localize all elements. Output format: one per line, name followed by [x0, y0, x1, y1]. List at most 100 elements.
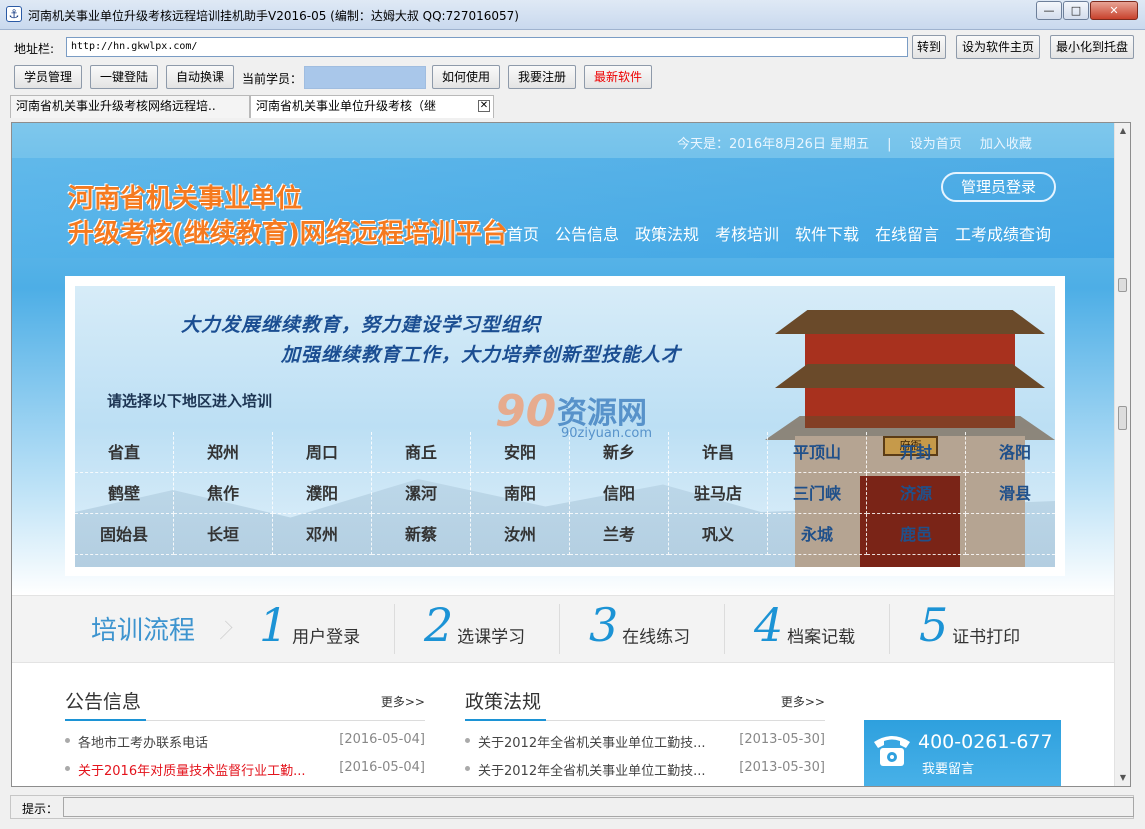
item-title[interactable]: 关于2012年全省机关事业单位工勤技...	[478, 732, 705, 751]
region-link[interactable]: 漯河	[372, 473, 471, 514]
divider	[394, 604, 395, 654]
region-link[interactable]: 商丘	[372, 432, 471, 473]
region-link[interactable]: 新蔡	[372, 514, 471, 555]
region-link[interactable]: 滑县	[966, 473, 1055, 514]
region-link[interactable]: 焦作	[174, 473, 273, 514]
maximize-button[interactable]: □	[1063, 1, 1089, 20]
region-link[interactable]: 省直	[75, 432, 174, 473]
region-link[interactable]: 南阳	[471, 473, 570, 514]
region-link[interactable]: 鹤壁	[75, 473, 174, 514]
region-link[interactable]: 平顶山	[768, 432, 867, 473]
one-click-login-button[interactable]: 一键登陆	[90, 65, 158, 89]
item-date: [2016-05-04]	[339, 732, 425, 747]
region-link[interactable]: 固始县	[75, 514, 174, 555]
latest-software-button[interactable]: 最新软件	[584, 65, 652, 89]
close-tab-icon[interactable]: ✕	[478, 100, 490, 112]
region-link[interactable]: 汝州	[471, 514, 570, 555]
region-link[interactable]: 郑州	[174, 432, 273, 473]
tab-2[interactable]: 河南省机关事业单位升级考核（继 ✕	[250, 95, 494, 118]
nav-home[interactable]: 首页	[507, 221, 539, 245]
item-title[interactable]: 关于2016年对质量技术监督行业工勤...	[78, 760, 305, 779]
step-label: 在线练习	[622, 627, 691, 648]
minimize-button[interactable]: —	[1036, 1, 1062, 20]
nav-score-query[interactable]: 工考成绩查询	[955, 221, 1051, 245]
current-student-label: 当前学员：	[242, 72, 303, 86]
region-link[interactable]: 兰考	[570, 514, 669, 555]
current-student-field[interactable]	[304, 66, 426, 89]
phone-icon	[874, 736, 910, 766]
step-number: 5	[919, 598, 949, 652]
region-link[interactable]: 周口	[273, 432, 372, 473]
region-link[interactable]: 新乡	[570, 432, 669, 473]
region-link[interactable]: 安阳	[471, 432, 570, 473]
scroll-up-icon[interactable]: ▲	[1115, 123, 1130, 139]
address-label: 地址栏:	[14, 42, 55, 56]
list-item[interactable]: 各地市工考办联系电话 [2016-05-04]	[65, 731, 425, 751]
set-home-button[interactable]: 设为软件主页	[956, 35, 1040, 59]
region-link[interactable]: 邓州	[273, 514, 372, 555]
bullet-icon	[65, 738, 70, 743]
choose-region-label: 请选择以下地区进入培训	[107, 392, 273, 410]
minimize-to-tray-button[interactable]: 最小化到托盘	[1050, 35, 1134, 59]
status-field	[63, 797, 1134, 817]
nav-announcements[interactable]: 公告信息	[555, 221, 619, 245]
more-link[interactable]: 更多>>	[381, 693, 425, 710]
tab-1[interactable]: 河南省机关事业升级考核网络远程培..	[10, 95, 250, 118]
region-link[interactable]: 开封	[867, 432, 966, 473]
hotline-banner[interactable]: 400-0261-677 我要留言	[864, 720, 1061, 786]
chevron-right-icon	[213, 620, 233, 640]
nav-training[interactable]: 考核培训	[715, 221, 779, 245]
nav-policies[interactable]: 政策法规	[635, 221, 699, 245]
item-title[interactable]: 关于2012年全省机关事业单位工勤技...	[478, 760, 705, 779]
list-item[interactable]: 关于2012年全省机关事业单位工勤技... [2013-05-30]	[465, 759, 825, 779]
region-link[interactable]: 驻马店	[669, 473, 768, 514]
policies-panel: 政策法规 更多>> 关于2012年全省机关事业单位工勤技... [2013-05…	[465, 685, 825, 779]
add-favorite-link[interactable]: 加入收藏	[980, 137, 1032, 152]
register-button[interactable]: 我要注册	[508, 65, 576, 89]
title-underline	[465, 719, 546, 721]
region-link[interactable]: 濮阳	[273, 473, 372, 514]
list-item[interactable]: 关于2012年全省机关事业单位工勤技... [2013-05-30]	[465, 731, 825, 751]
scroll-down-icon[interactable]: ▼	[1115, 770, 1130, 786]
how-to-use-button[interactable]: 如何使用	[432, 65, 500, 89]
nav-messages[interactable]: 在线留言	[875, 221, 939, 245]
region-link[interactable]: 济源	[867, 473, 966, 514]
address-input[interactable]: http://hn.gkwlpx.com/	[66, 37, 908, 57]
web-page: 今天是：2016年8月26日 星期五 | 设为首页 加入收藏 河南省机关事业单位…	[12, 123, 1114, 786]
temple-roof-mid	[775, 364, 1045, 388]
vertical-scrollbar[interactable]: ▲ ▼	[1114, 123, 1130, 786]
item-date: [2016-05-04]	[339, 760, 425, 775]
region-link[interactable]: 永城	[768, 514, 867, 555]
bullet-icon	[465, 766, 470, 771]
anchor-icon: ⚓	[6, 6, 22, 22]
slogan-2: 加强继续教育工作，大力培养创新型技能人才	[281, 344, 682, 366]
training-process: 培训流程 1 用户登录 2 选课学习 3 在线练习 4 档案记载 5 证书打印	[12, 595, 1114, 663]
browser-viewport: 今天是：2016年8月26日 星期五 | 设为首页 加入收藏 河南省机关事业单位…	[11, 122, 1131, 787]
auto-switch-course-button[interactable]: 自动换课	[166, 65, 234, 89]
region-link[interactable]: 长垣	[174, 514, 273, 555]
student-management-button[interactable]: 学员管理	[14, 65, 82, 89]
region-link[interactable]: 鹿邑	[867, 514, 966, 555]
panel-header: 政策法规 更多>>	[465, 685, 825, 721]
list-item[interactable]: 关于2016年对质量技术监督行业工勤... [2016-05-04]	[65, 759, 425, 779]
divider	[724, 604, 725, 654]
process-step-3: 3 在线练习	[589, 598, 690, 652]
close-button[interactable]: ✕	[1090, 1, 1138, 20]
more-link[interactable]: 更多>>	[781, 693, 825, 710]
site-title-line1: 河南省机关事业单位	[68, 184, 303, 214]
go-button[interactable]: 转到	[912, 35, 946, 59]
region-link[interactable]: 巩义	[669, 514, 768, 555]
region-link[interactable]: 三门峡	[768, 473, 867, 514]
set-home-link[interactable]: 设为首页	[910, 137, 962, 152]
item-title[interactable]: 各地市工考办联系电话	[78, 732, 208, 751]
scroll-thumb[interactable]	[1118, 278, 1127, 292]
region-link[interactable]: 许昌	[669, 432, 768, 473]
temple-roof-top	[775, 310, 1045, 334]
region-link[interactable]: 洛阳	[966, 432, 1055, 473]
top-info-bar: 今天是：2016年8月26日 星期五 | 设为首页 加入收藏	[677, 133, 1046, 152]
step-number: 3	[589, 598, 619, 652]
admin-login-button[interactable]: 管理员登录	[941, 172, 1056, 202]
nav-downloads[interactable]: 软件下载	[795, 221, 859, 245]
watermark-number: 90	[495, 386, 557, 437]
region-link[interactable]: 信阳	[570, 473, 669, 514]
